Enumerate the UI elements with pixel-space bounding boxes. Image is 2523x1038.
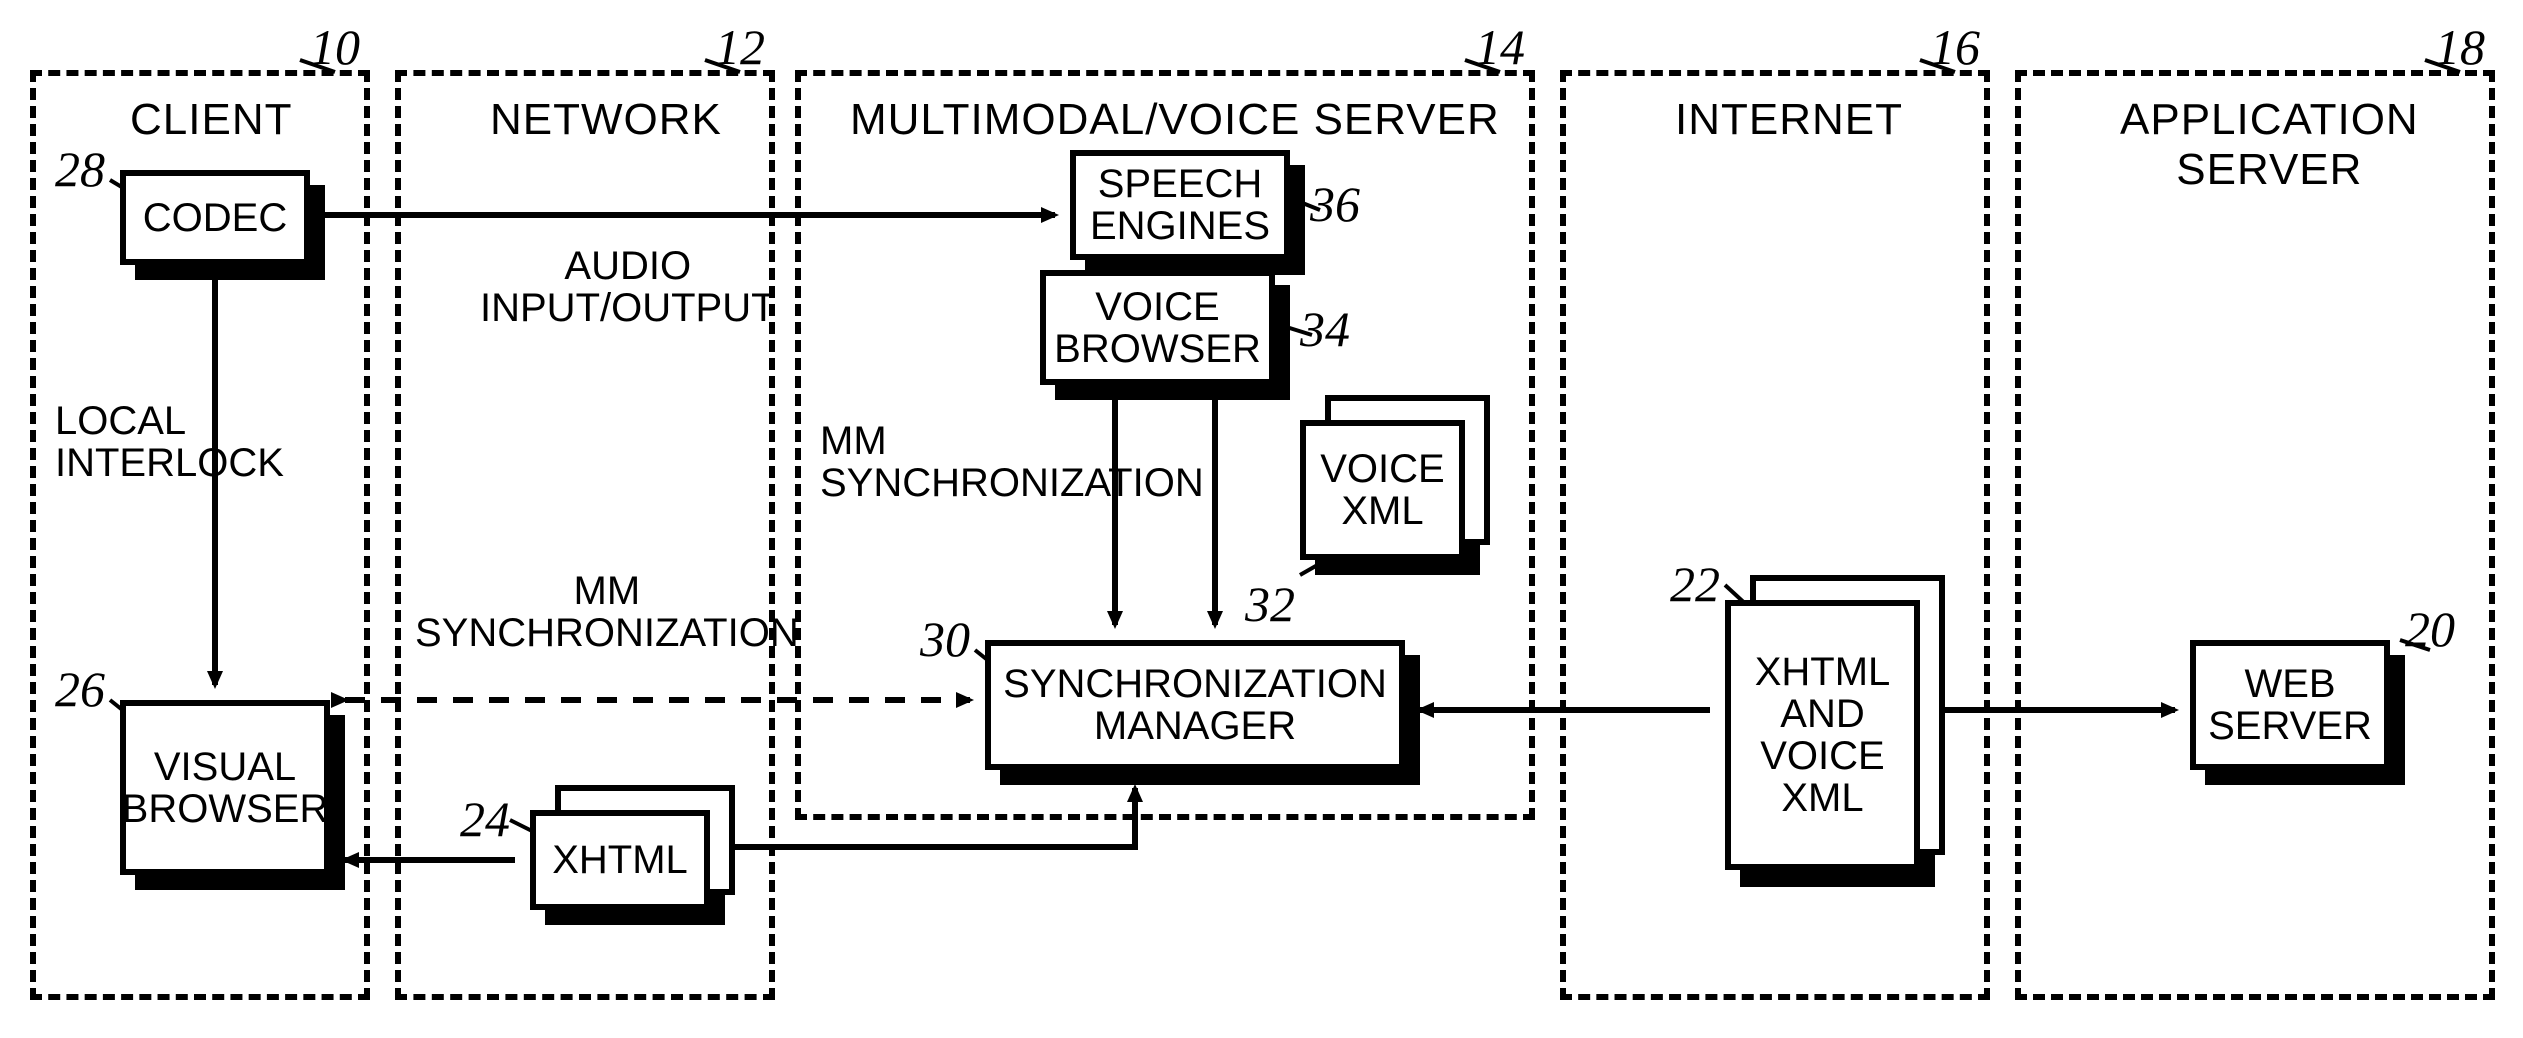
arrows-layer-top <box>0 0 2523 1038</box>
diagram-canvas: CLIENT NETWORK MULTIMODAL/VOICE SERVER I… <box>0 0 2523 1038</box>
